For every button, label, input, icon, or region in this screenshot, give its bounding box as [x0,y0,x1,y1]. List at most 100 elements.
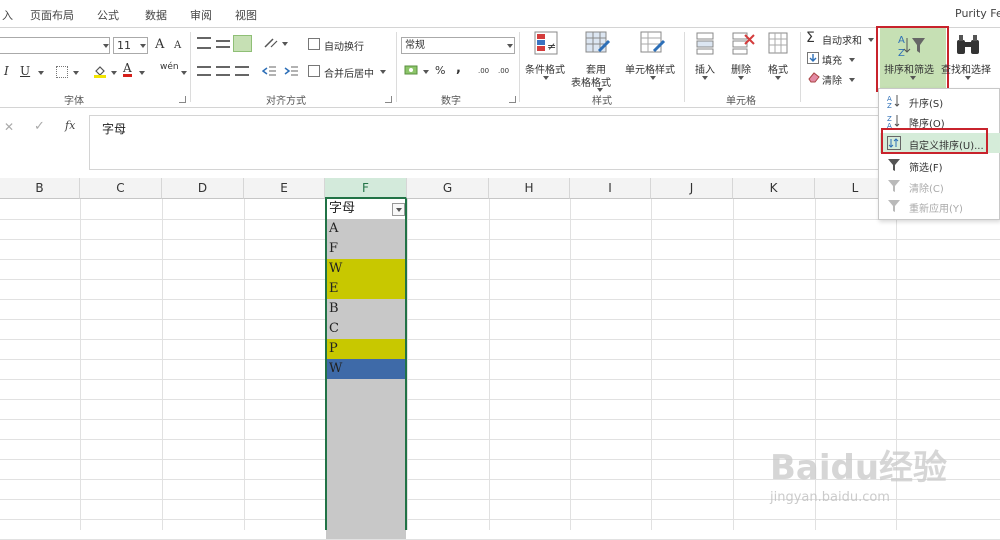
column-header-h[interactable]: H [489,178,570,199]
menu-item-filter[interactable]: 筛选(F) [909,159,943,174]
baidu-watermark: Baidu经验 jingyan.baidu.com [770,440,990,520]
grid-vline [651,199,652,530]
reapply-icon [887,199,901,213]
ribbon: 11 A A I U A wén 字体 自动换行 合并后居中 对齐方式 常规 %… [0,26,1000,108]
chevron-down-icon [103,44,109,48]
column-header-c[interactable]: C [80,178,162,199]
chevron-down-icon [849,58,855,62]
column-header-g[interactable]: G [407,178,489,199]
grid-vline [162,199,163,530]
column-header-k[interactable]: K [733,178,815,199]
menu-item-clear: 清除(C) [909,184,944,195]
conditional-format-icon: ≠ [534,31,558,57]
grid-hline [0,419,1000,420]
format-button[interactable]: 格式 [768,61,788,76]
grid-vline [80,199,81,530]
increase-decimal-button[interactable]: .00 [478,67,489,75]
phonetic-button[interactable]: wén [160,62,179,72]
font-increase-button[interactable]: A [155,37,164,52]
binoculars-icon [955,34,981,56]
delete-button[interactable]: 删除 [731,61,751,76]
currency-icon[interactable] [404,64,420,76]
column-header-e[interactable]: E [244,178,325,199]
percent-button[interactable]: % [435,64,445,77]
dialog-launcher-icon[interactable] [385,96,392,103]
group-label-styles: 样式 [592,96,612,107]
chevron-down-icon [965,76,971,80]
autosum-button[interactable]: 自动求和 [822,32,862,47]
tab-view[interactable]: 视图 [235,7,257,23]
orientation-icon[interactable] [263,37,279,49]
align-center-icon[interactable] [216,66,230,76]
grid-hline [0,279,1000,280]
check-icon[interactable]: ✓ [34,119,45,134]
chevron-down-icon [868,38,874,42]
align-top-icon[interactable] [197,37,211,49]
align-right-icon[interactable] [235,66,249,76]
tab-data[interactable]: 数据 [145,7,167,23]
chevron-down-icon [738,76,744,80]
format-as-table-button[interactable]: 表格格式 [571,74,611,89]
underline-button[interactable]: U [20,64,30,78]
tab-review[interactable]: 审阅 [190,7,212,23]
chevron-down-icon [181,71,187,75]
merge-center-button[interactable]: 合并后居中 [324,65,374,80]
dialog-launcher-icon[interactable] [509,96,516,103]
number-format-select[interactable]: 常规 [401,37,515,54]
formula-input[interactable]: 字母 [89,115,1000,170]
dialog-launcher-icon[interactable] [179,96,186,103]
chevron-down-icon [111,71,117,75]
sort-asc-icon: AZ [887,94,901,110]
user-name[interactable]: Purity Fe [955,7,1000,20]
divider [519,32,520,102]
menu-item-sort-asc[interactable]: 升序(S) [909,95,943,110]
column-header-j[interactable]: J [651,178,733,199]
function-icon[interactable]: fx [65,119,75,132]
conditional-format-button[interactable]: 条件格式 [525,61,565,76]
cancel-icon[interactable]: ✕ [4,120,14,134]
divider [684,32,685,102]
format-cells-icon [767,31,789,55]
column-header-f[interactable]: F [325,178,407,199]
column-header-i[interactable]: I [570,178,651,199]
divider [800,32,801,102]
column-header-d[interactable]: D [162,178,244,199]
chevron-down-icon [396,208,402,212]
watermark-url: jingyan.baidu.com [770,490,890,505]
column-header-b[interactable]: B [0,178,80,199]
border-icon[interactable] [56,66,68,78]
tab-insert[interactable]: 入 [2,7,13,23]
fill-color-icon[interactable] [93,64,107,78]
group-label-alignment: 对齐方式 [266,96,306,107]
grid-hline [0,239,1000,240]
clear-button[interactable]: 清除 [822,72,842,87]
font-color-button[interactable]: A [123,62,132,77]
menu-item-reapply: 重新应用(Y) [909,204,963,215]
selected-column-border [325,199,407,530]
svg-text:Z: Z [887,102,892,108]
grid-vline [489,199,490,530]
fill-button[interactable]: 填充 [822,52,842,67]
chevron-down-icon [282,42,288,46]
wrap-text-button[interactable]: 自动换行 [324,38,364,53]
align-middle-icon[interactable] [216,40,230,48]
comma-button[interactable]: , [456,61,461,76]
merge-center-icon [308,65,320,77]
tab-page-layout[interactable]: 页面布局 [30,7,74,23]
cell-styles-button[interactable]: 单元格样式 [625,61,675,76]
clear-filter-icon [887,179,901,193]
find-select-button[interactable]: 查找和选择 [941,61,991,76]
italic-button[interactable]: I [4,64,9,78]
format-as-table-icon [585,31,611,57]
font-name-select[interactable] [0,37,110,54]
insert-button[interactable]: 插入 [695,61,715,76]
align-bottom-icon[interactable] [233,35,252,52]
align-left-icon[interactable] [197,66,211,76]
filter-dropdown-button[interactable] [392,203,405,216]
tab-formulas[interactable]: 公式 [97,7,119,23]
decrease-decimal-button[interactable]: .00 [498,67,509,75]
decrease-indent-icon[interactable] [261,65,276,77]
wrap-text-icon [308,38,320,50]
font-decrease-button[interactable]: A [174,40,181,51]
increase-indent-icon[interactable] [284,65,298,77]
